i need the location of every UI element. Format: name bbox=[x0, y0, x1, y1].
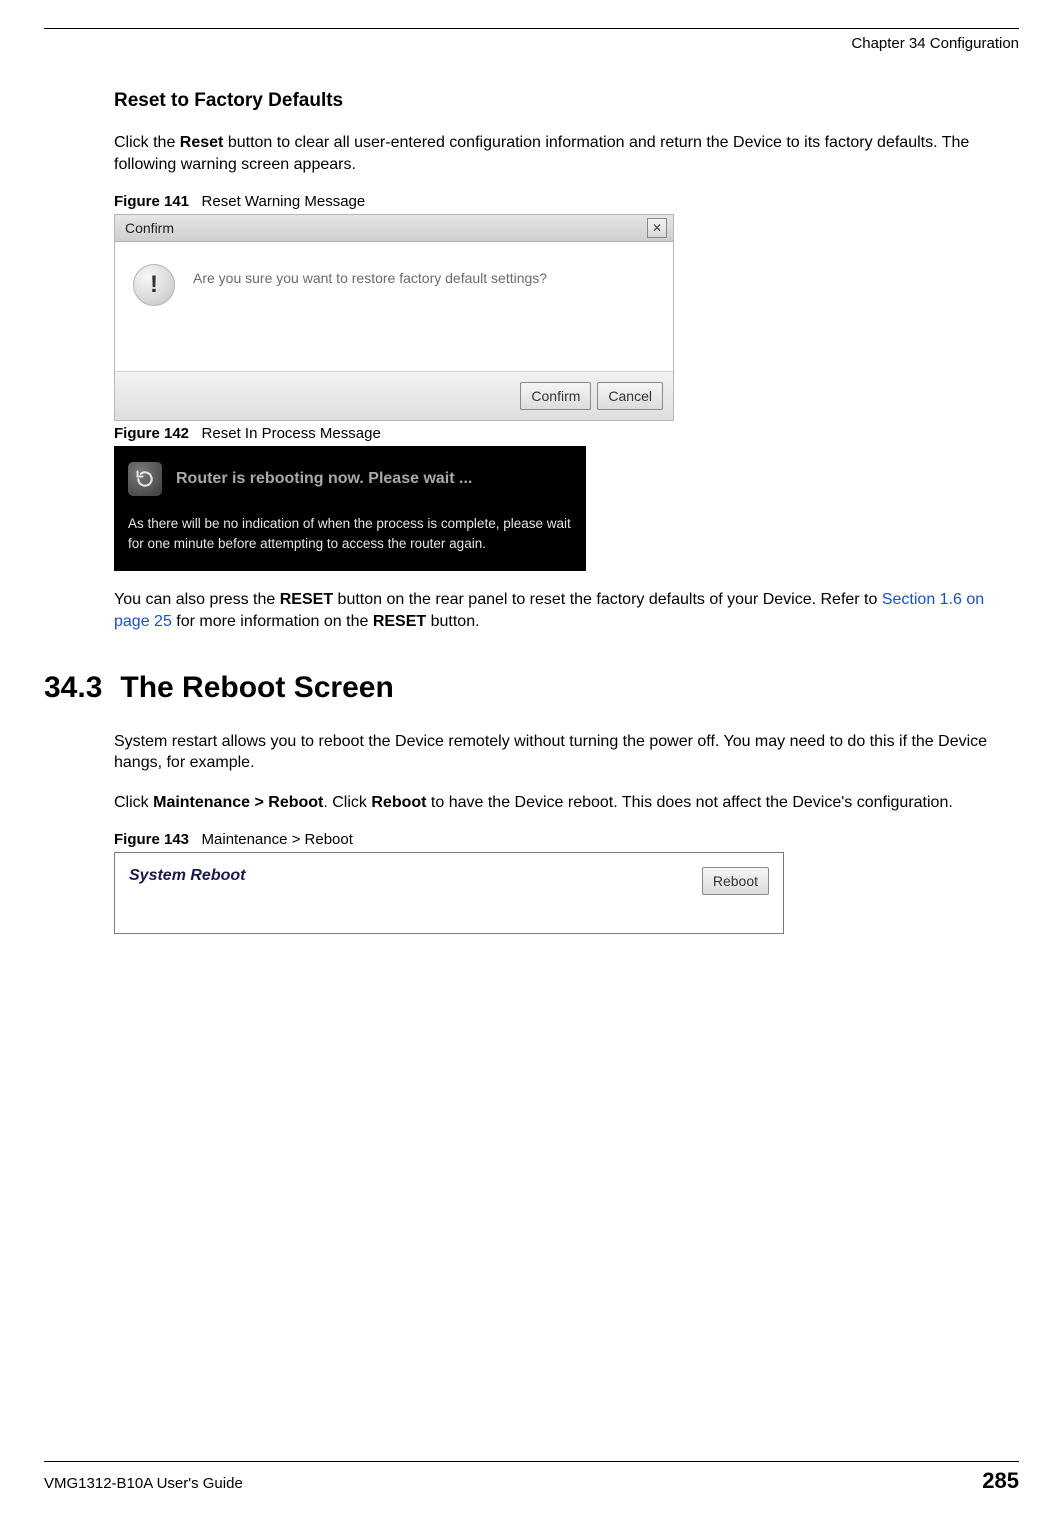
section-number: 34.3 bbox=[44, 671, 102, 705]
dialog-title: Confirm bbox=[125, 220, 174, 236]
reboot-line2: As there will be no indication of when t… bbox=[128, 514, 572, 553]
text: Click bbox=[114, 794, 153, 811]
text: button. bbox=[426, 613, 479, 630]
footer-guide: VMG1312-B10A User's Guide bbox=[44, 1475, 243, 1492]
text: You can also press the bbox=[114, 591, 280, 608]
text-bold: Maintenance > Reboot bbox=[153, 794, 323, 811]
fig-label: Figure 141 bbox=[114, 193, 189, 210]
text: to have the Device reboot. This does not… bbox=[426, 794, 952, 811]
reboot-button[interactable]: Reboot bbox=[702, 867, 769, 895]
fig143-caption: Figure 143 Maintenance > Reboot bbox=[114, 831, 1019, 848]
reboot-line1: Router is rebooting now. Please wait ... bbox=[176, 470, 472, 488]
system-reboot-label: System Reboot bbox=[129, 867, 245, 885]
fig-caption-text: Reset In Process Message bbox=[202, 425, 381, 442]
section-title: The Reboot Screen bbox=[120, 671, 393, 705]
fig-caption-text: Maintenance > Reboot bbox=[202, 831, 353, 848]
text: . Click bbox=[323, 794, 371, 811]
reset-intro: Click the Reset button to clear all user… bbox=[114, 132, 1019, 175]
text: Click the bbox=[114, 134, 180, 151]
close-icon[interactable]: ✕ bbox=[647, 218, 667, 238]
page-number: 285 bbox=[982, 1468, 1019, 1494]
text-bold: Reboot bbox=[371, 794, 426, 811]
fig141-caption: Figure 141 Reset Warning Message bbox=[114, 193, 1019, 210]
dialog-titlebar: Confirm ✕ bbox=[115, 215, 673, 242]
fig142-caption: Figure 142 Reset In Process Message bbox=[114, 425, 1019, 442]
system-reboot-panel: System Reboot Reboot bbox=[114, 852, 784, 934]
fig-caption-text: Reset Warning Message bbox=[202, 193, 366, 210]
reboot-message-panel: Router is rebooting now. Please wait ...… bbox=[114, 446, 586, 571]
reboot-p2: Click Maintenance > Reboot. Click Reboot… bbox=[114, 792, 1019, 814]
text: button on the rear panel to reset the fa… bbox=[333, 591, 882, 608]
warning-icon: ! bbox=[133, 264, 175, 306]
fig-label: Figure 142 bbox=[114, 425, 189, 442]
reset-bold: Reset bbox=[180, 134, 224, 151]
cancel-button[interactable]: Cancel bbox=[597, 382, 663, 410]
reboot-p1: System restart allows you to reboot the … bbox=[114, 731, 1019, 774]
confirm-dialog: Confirm ✕ ! Are you sure you want to res… bbox=[114, 214, 674, 421]
text-bold: RESET bbox=[373, 613, 426, 630]
dialog-message: Are you sure you want to restore factory… bbox=[193, 264, 547, 286]
text-bold: RESET bbox=[280, 591, 333, 608]
confirm-button[interactable]: Confirm bbox=[520, 382, 591, 410]
text: for more information on the bbox=[172, 613, 373, 630]
chapter-header: Chapter 34 Configuration bbox=[44, 35, 1019, 52]
reset-physical-note: You can also press the RESET button on t… bbox=[114, 589, 1019, 632]
fig-label: Figure 143 bbox=[114, 831, 189, 848]
text: button to clear all user-entered configu… bbox=[114, 134, 969, 173]
reboot-icon bbox=[128, 462, 162, 496]
reset-heading: Reset to Factory Defaults bbox=[114, 90, 1019, 112]
